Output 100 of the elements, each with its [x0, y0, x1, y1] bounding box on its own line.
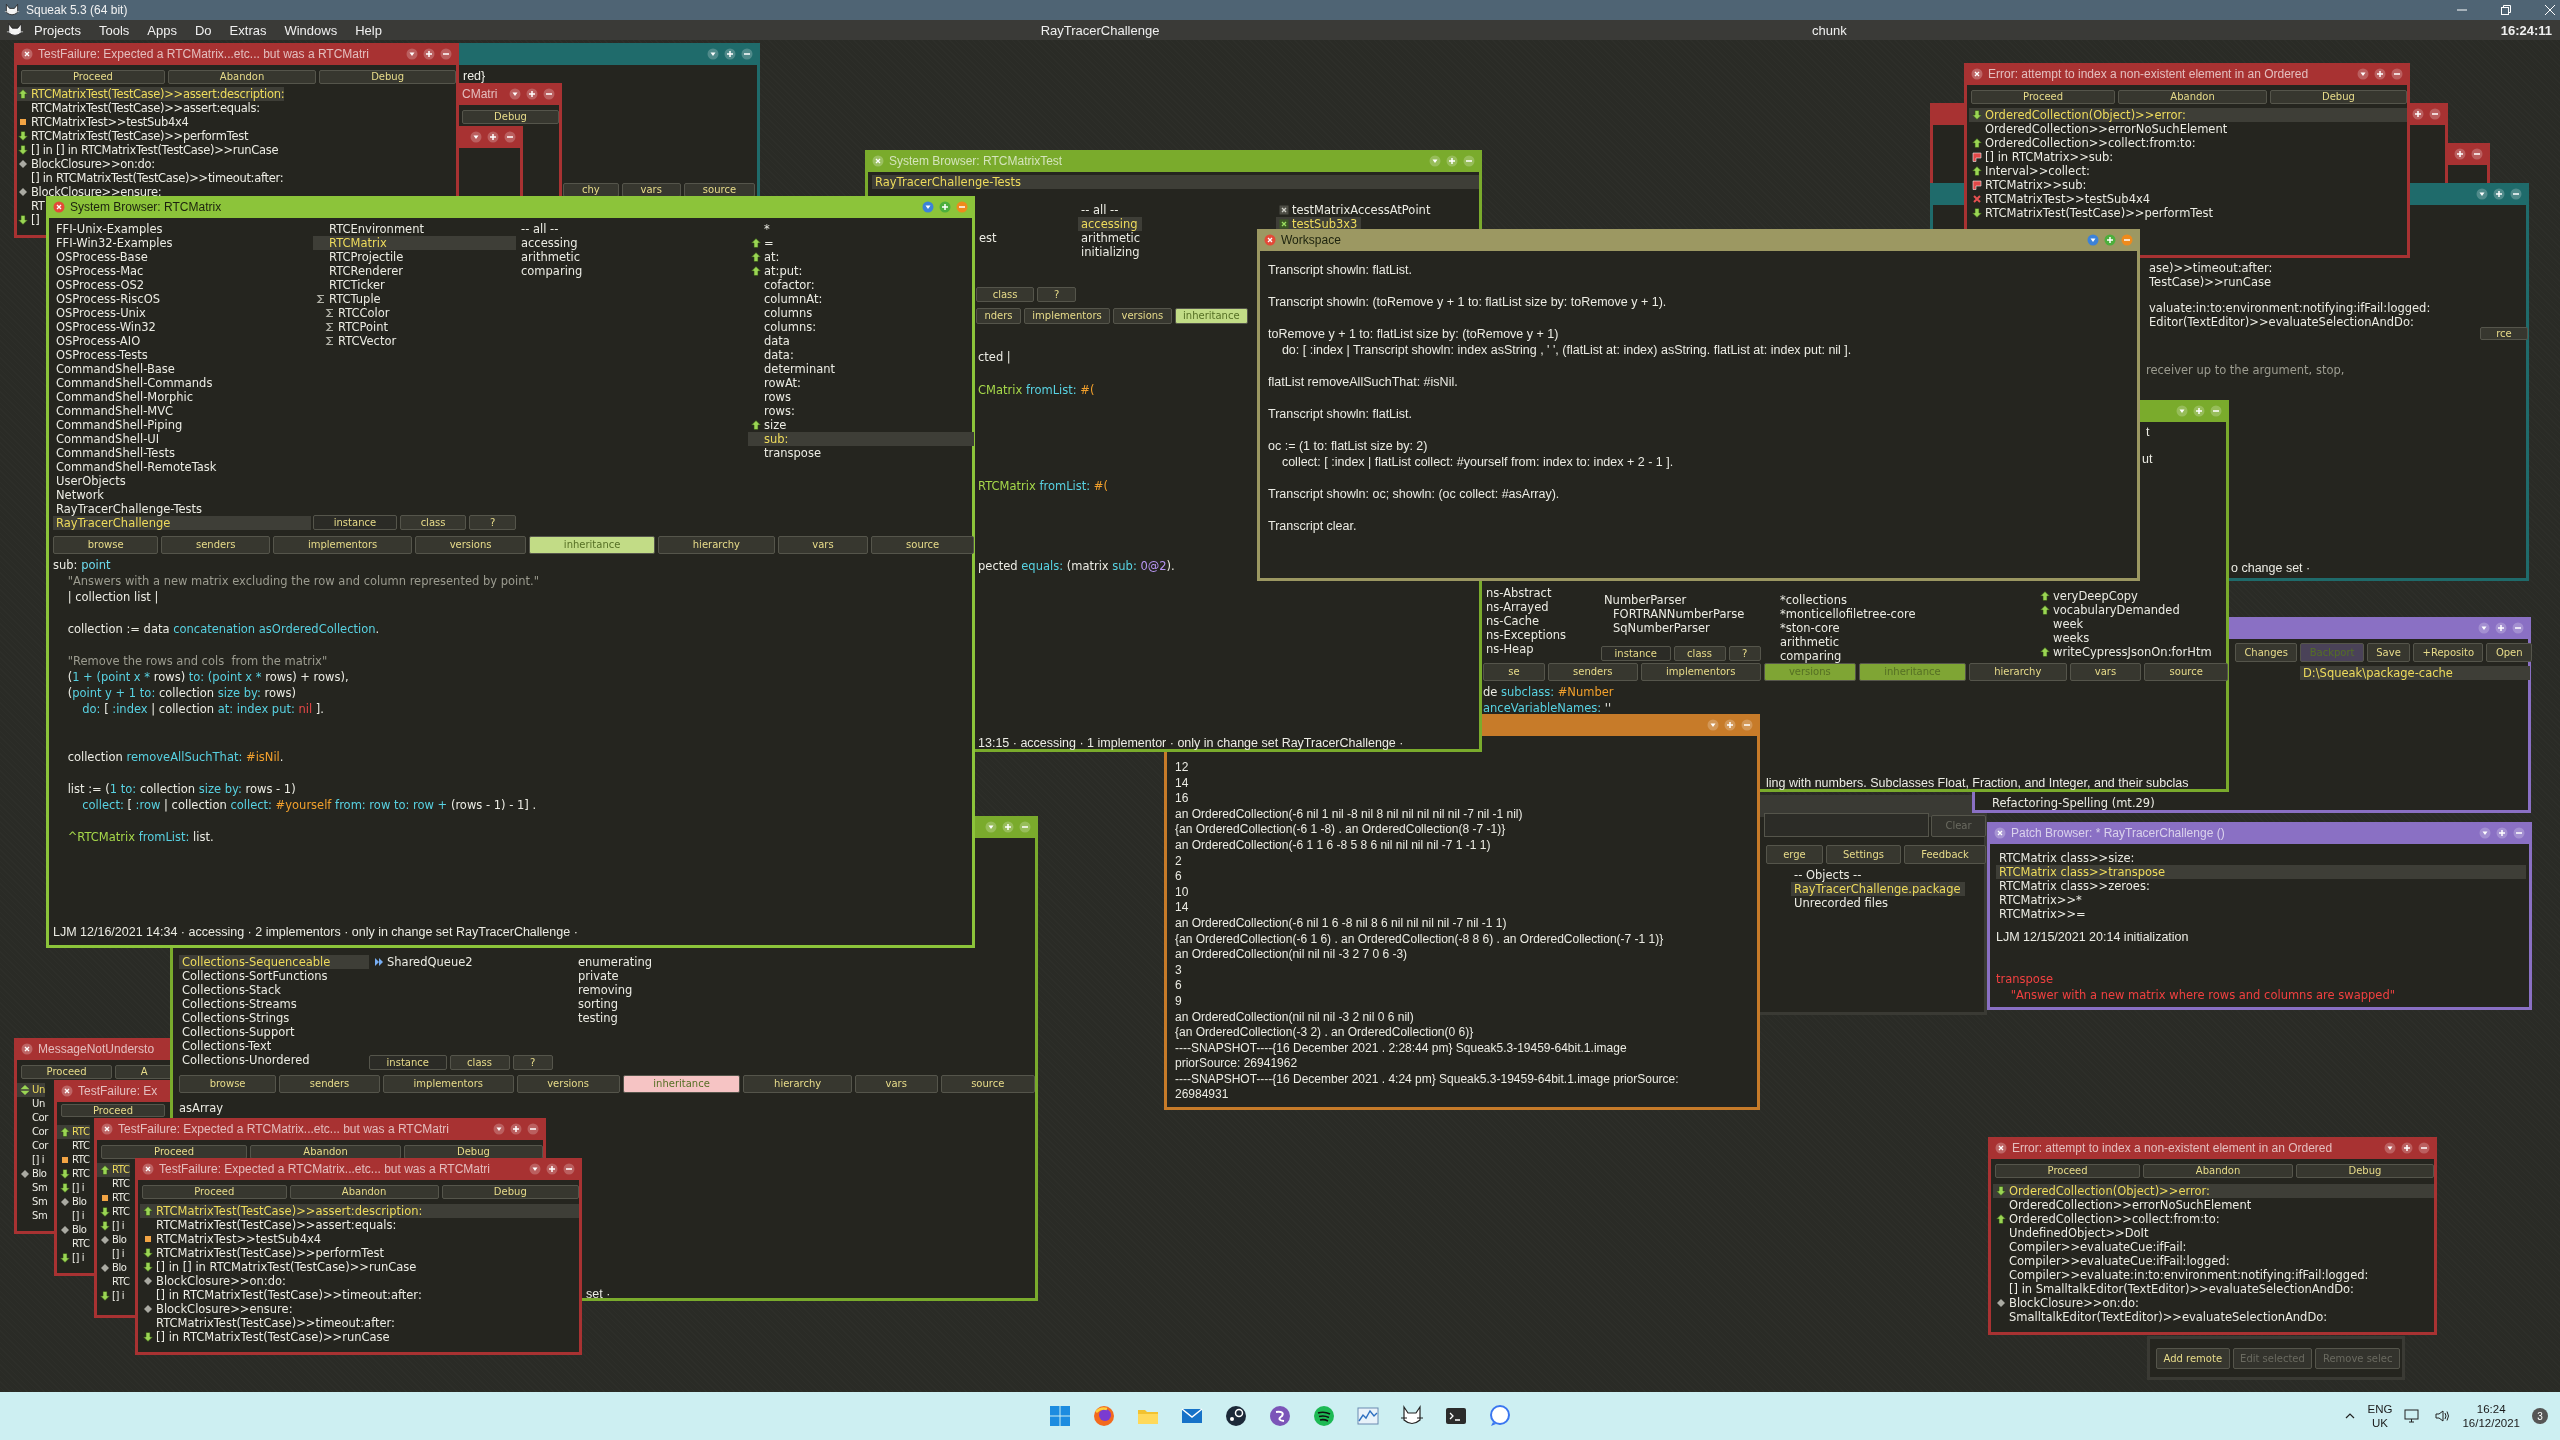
list-item[interactable]: RTCMatrixTest(TestCase)>>performTest [1969, 206, 2407, 220]
list-item[interactable]: RTCMatrixTest>>testSub4x4 [1969, 192, 2407, 206]
list-item[interactable]: UserObjects [53, 474, 311, 488]
command-button[interactable]: vars [854, 1075, 938, 1093]
list-item[interactable]: OrderedCollection>>collect:from:to: [1969, 136, 2407, 150]
list-item[interactable]: initializing [1078, 245, 1144, 259]
list-item[interactable]: comparing [1777, 649, 1846, 663]
menu-item[interactable]: Help [347, 22, 390, 38]
plus-icon[interactable] [939, 200, 951, 213]
command-button[interactable]: Proceed [1995, 1164, 2141, 1178]
plus-icon[interactable] [1724, 718, 1736, 731]
minus-icon[interactable] [2512, 621, 2524, 634]
list-item[interactable]: RTCMatrixTest(TestCase)>>performTest [140, 1246, 579, 1260]
list-item[interactable]: ase)>>timeout:after: [2146, 261, 2277, 275]
plus-icon[interactable] [487, 130, 499, 143]
list-item[interactable]: RTCProjectile [313, 250, 516, 264]
caret-icon[interactable] [707, 47, 719, 60]
list-item[interactable]: at:put: [748, 264, 974, 278]
command-button[interactable]: versions [1113, 308, 1172, 324]
command-button[interactable]: browse [53, 536, 159, 554]
command-button[interactable]: implementors [382, 1075, 514, 1093]
close-icon[interactable] [1264, 233, 1276, 246]
menu-item[interactable]: Tools [90, 22, 138, 38]
command-button[interactable]: Open [2486, 643, 2532, 662]
list-item[interactable]: arithmetic [1777, 635, 1844, 649]
list-item[interactable]: CommandShell-MVC [53, 404, 311, 418]
minus-icon[interactable] [440, 47, 452, 60]
list-item[interactable]: BlockClosure>>ensure: [17, 185, 162, 199]
plus-icon[interactable] [2496, 826, 2508, 839]
minus-icon[interactable] [563, 1162, 575, 1175]
toggle-button[interactable]: ? [469, 515, 516, 530]
list-item[interactable]: Collections-Unordered [179, 1053, 369, 1067]
command-button[interactable]: Save [2366, 643, 2411, 662]
minus-icon[interactable] [741, 47, 753, 60]
command-button[interactable]: browse [179, 1075, 277, 1093]
list-item[interactable]: Blo [57, 1223, 87, 1237]
list-item[interactable]: CommandShell-RemoteTask [53, 460, 311, 474]
list-item[interactable]: RTCMatrix class>>transpose [1996, 865, 2526, 879]
list-item[interactable]: TestCase)>>runCase [2146, 275, 2275, 289]
list-item[interactable]: *collections [1777, 593, 1851, 607]
command-button[interactable]: Abandon [289, 1185, 439, 1199]
list-item[interactable]: OSProcess-Win32 [53, 320, 311, 334]
list-item[interactable]: [] in RTCMatrixTest(TestCase)>>runCase [140, 1330, 579, 1344]
close-icon[interactable] [1994, 826, 2006, 839]
list-item[interactable]: [] i [57, 1181, 85, 1195]
list-item[interactable]: Editor(TextEditor)>>evaluateSelectionAndDo: [2146, 315, 2418, 329]
close-icon[interactable] [101, 1122, 113, 1135]
list-item[interactable]: NumberParser [1601, 593, 1691, 607]
caret-icon[interactable] [2357, 67, 2369, 80]
list-item[interactable]: data [748, 334, 974, 348]
language-text[interactable]: ENG [2367, 1402, 2393, 1416]
toggle-button[interactable]: class [449, 1055, 510, 1070]
list-item[interactable]: ns-Cache [1483, 614, 1544, 628]
list-item[interactable]: FFI-Win32-Examples [53, 236, 311, 250]
list-item[interactable]: Unrecorded files [1791, 896, 1892, 910]
list-item[interactable]: sub: [748, 432, 974, 446]
command-button[interactable]: Debug [319, 70, 456, 84]
list-item[interactable]: accessing [1078, 217, 1142, 231]
command-button[interactable]: senders [161, 536, 271, 554]
command-button[interactable]: senders [1547, 663, 1638, 681]
list-item[interactable]: Compiler>>evaluateCue:ifFail: [1993, 1240, 2434, 1254]
list-item[interactable]: at: [748, 250, 974, 264]
list-item[interactable]: RTC [97, 1205, 130, 1219]
command-button[interactable]: hierarchy [743, 1075, 852, 1093]
caret-icon[interactable] [985, 820, 997, 833]
list-item[interactable]: RayTracerChallenge [53, 516, 311, 530]
list-item[interactable]: accessing [518, 236, 746, 250]
list-item[interactable]: arithmetic [518, 250, 746, 264]
list-item[interactable]: Collections-Streams [179, 997, 369, 1011]
command-button[interactable]: Add remote [2156, 1348, 2230, 1369]
command-button[interactable]: hierarchy [1968, 663, 2067, 681]
list-item[interactable]: RTCTuple [313, 292, 516, 306]
list-item[interactable]: Compiler>>evaluate:in:to:environment:notifying:ifFail:logged: [1993, 1268, 2434, 1282]
list-item[interactable]: OSProcess-Mac [53, 264, 311, 278]
command-button[interactable]: inheritance [529, 536, 656, 554]
list-item[interactable]: Sm [17, 1181, 48, 1195]
list-item[interactable]: private [575, 969, 623, 983]
toggle-button[interactable]: class [976, 287, 1035, 302]
list-item[interactable]: D:\Squeak\package-cache [2300, 666, 2530, 680]
list-item[interactable]: rows [748, 390, 974, 404]
command-button[interactable]: implementors [1023, 308, 1111, 324]
list-item[interactable]: RTC [57, 1153, 90, 1167]
command-button[interactable]: Abandon [250, 1145, 401, 1159]
list-item[interactable]: RTC [97, 1177, 130, 1191]
toggle-button[interactable]: ? [1728, 646, 1761, 661]
list-item[interactable]: OSProcess-Tests [53, 348, 311, 362]
list-item[interactable]: OSProcess-Unix [53, 306, 311, 320]
list-item[interactable]: RTCMatrix class>>size: [1996, 851, 2526, 865]
caret-icon[interactable] [2479, 826, 2491, 839]
list-item[interactable]: RTCMatrixTest(TestCase)>>timeout:after: [140, 1316, 579, 1330]
plus-icon[interactable] [2401, 1141, 2413, 1154]
plus-icon[interactable] [423, 47, 435, 60]
command-button[interactable]: Proceed [1971, 90, 2116, 104]
command-button[interactable]: A [115, 1065, 173, 1079]
list-item[interactable]: [] in RTCMatrixTest(TestCase)>>timeout:after: [140, 1288, 579, 1302]
list-item[interactable]: [] in [] in RTCMatrixTest(TestCase)>>runCase [17, 143, 279, 157]
caret-icon[interactable] [2176, 404, 2188, 417]
caret-icon[interactable] [493, 1122, 505, 1135]
minus-icon[interactable] [2418, 1141, 2430, 1154]
command-button[interactable]: Settings [1825, 845, 1902, 864]
